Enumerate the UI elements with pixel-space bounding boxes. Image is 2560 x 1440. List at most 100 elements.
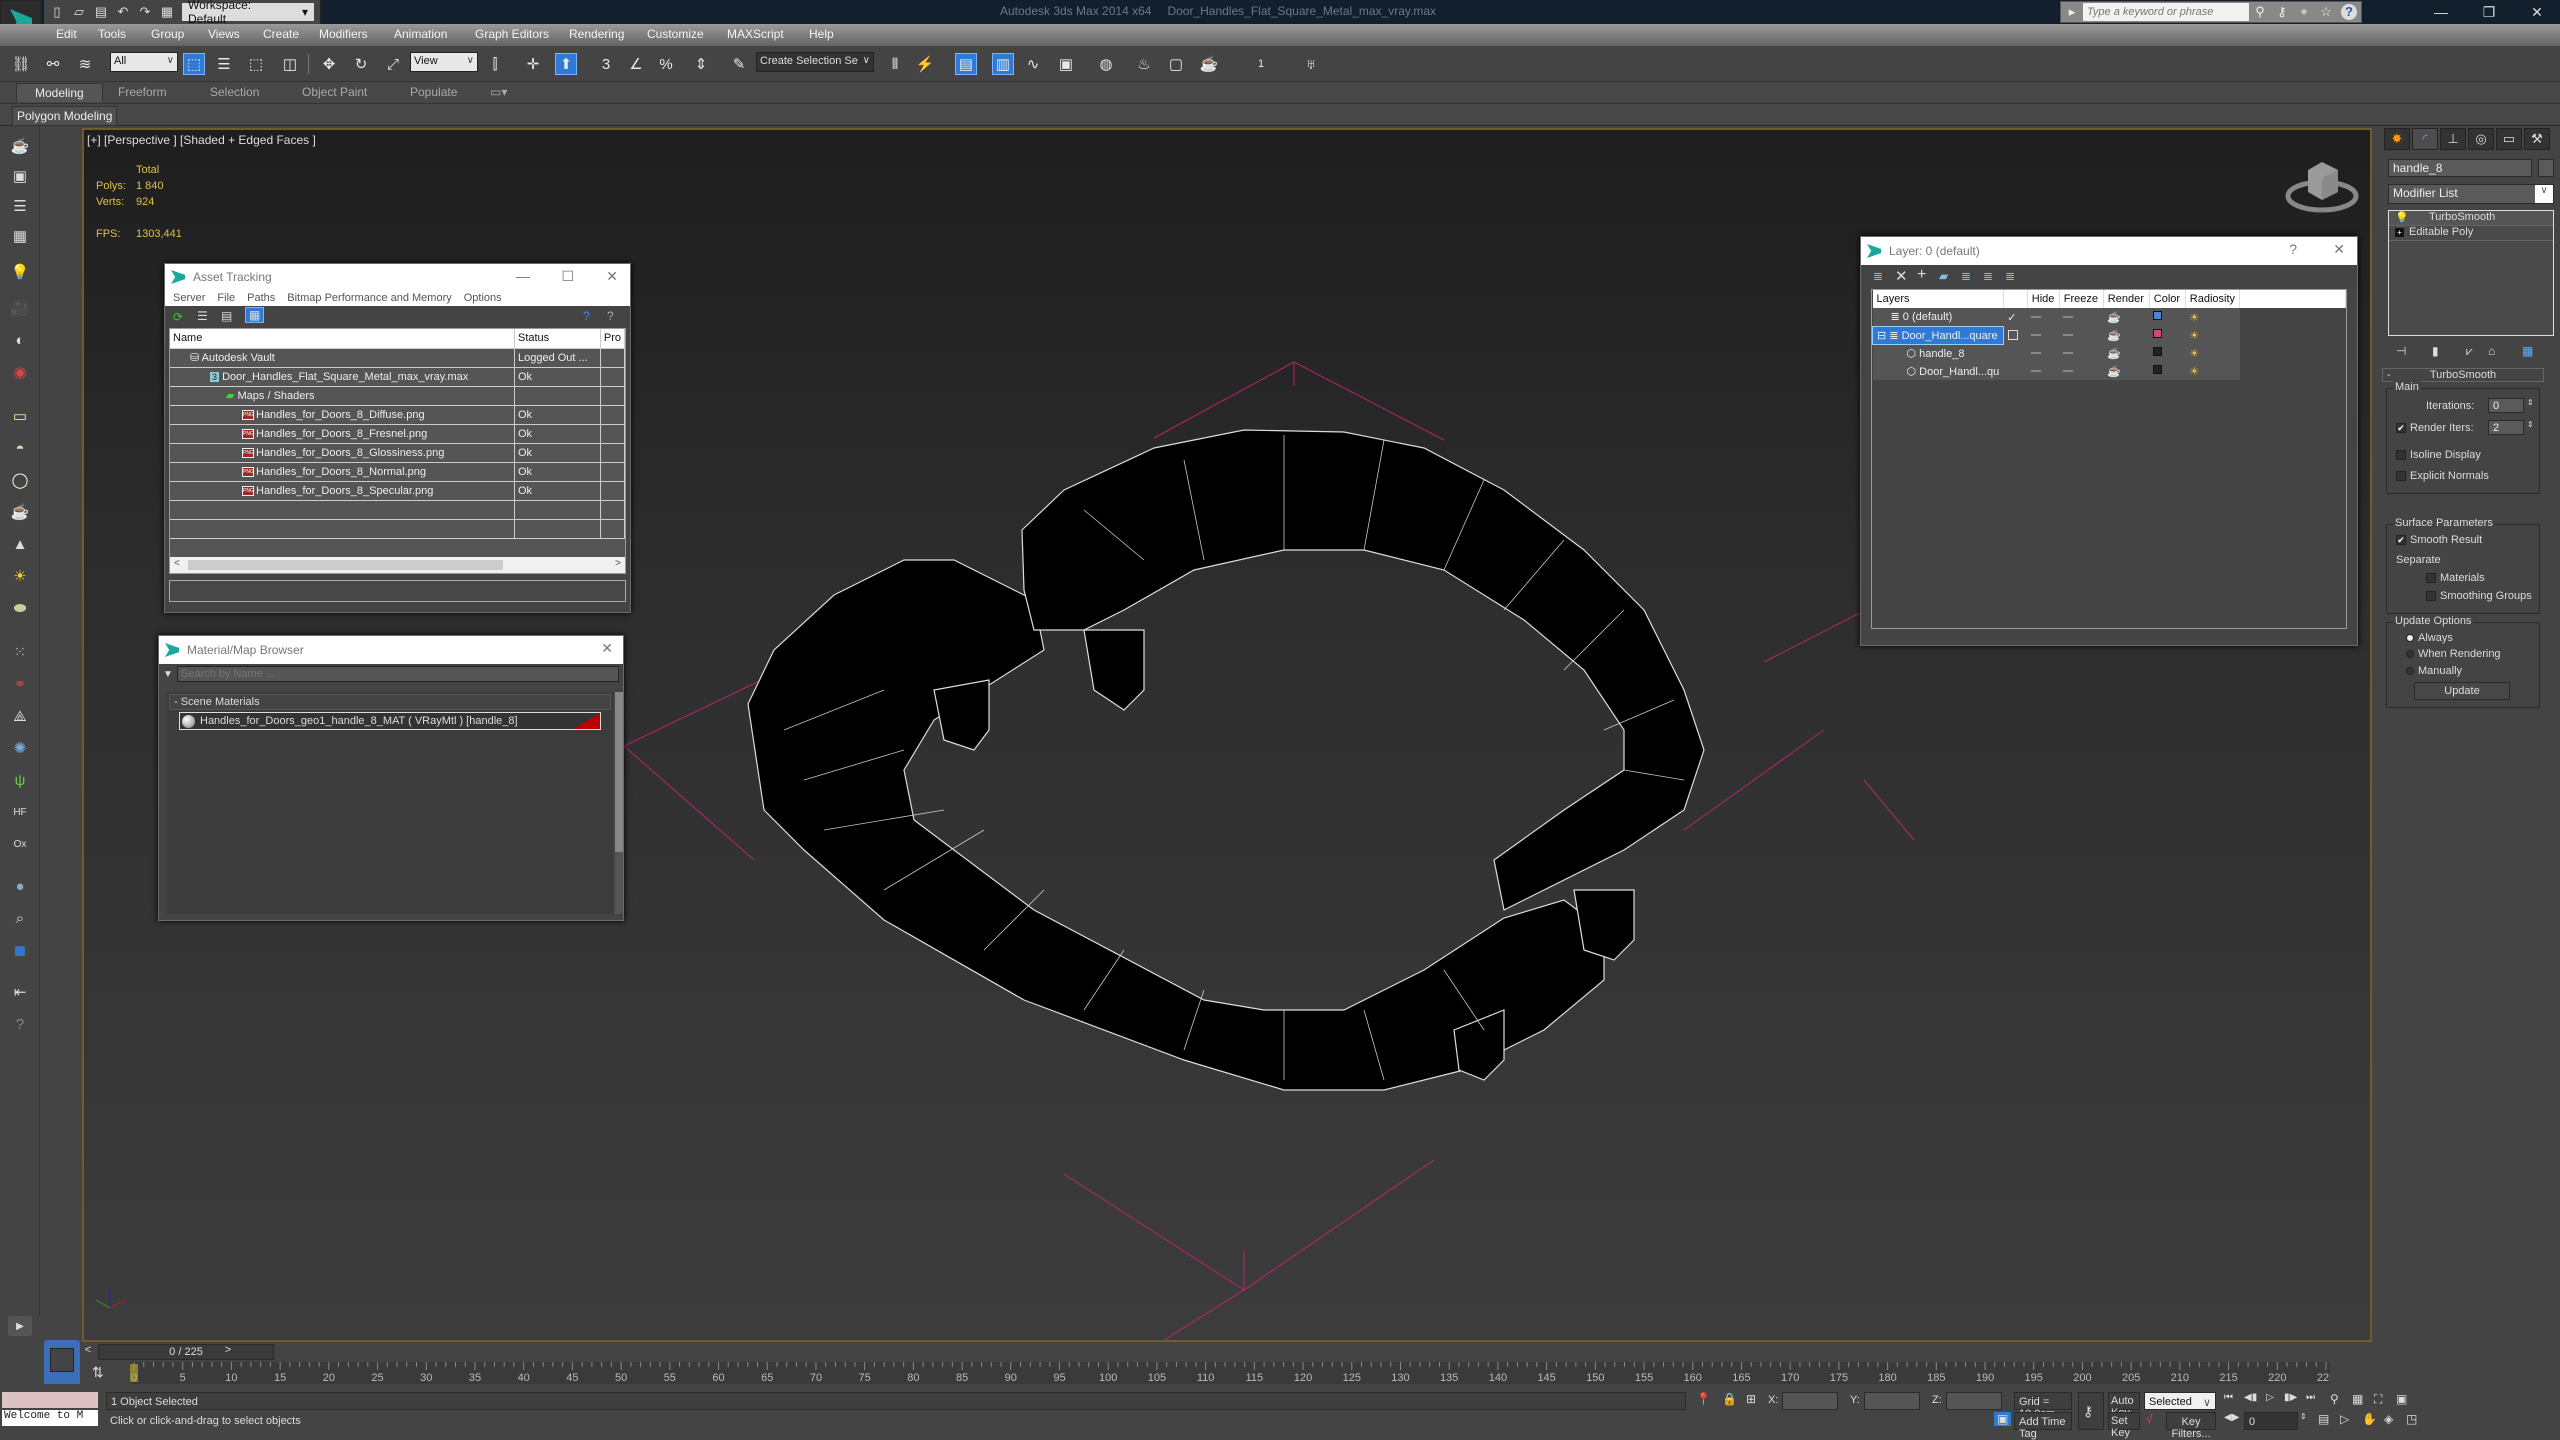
- dome-light-icon[interactable]: ◓: [8, 438, 32, 458]
- menu-paths[interactable]: Paths: [247, 292, 275, 304]
- menu-help[interactable]: Help: [809, 27, 834, 41]
- tab-object-paint[interactable]: Object Paint: [302, 85, 367, 99]
- physical-camera-icon[interactable]: ◐: [8, 330, 32, 350]
- table-row[interactable]: 3 Door_Handles_Flat_Square_Metal_max_vra…: [170, 367, 625, 387]
- scene-list-icon[interactable]: ☰: [8, 196, 32, 216]
- isolate-selection-icon[interactable]: 📍: [1696, 1392, 1711, 1406]
- bind-space-warp-icon[interactable]: ≋: [74, 53, 96, 75]
- align-icon[interactable]: ⚡: [914, 53, 936, 75]
- mirror-icon[interactable]: ⫴: [884, 53, 906, 75]
- hierarchy-tab-icon[interactable]: ⊥: [2440, 128, 2466, 150]
- render-production-icon[interactable]: ☕: [1198, 53, 1220, 75]
- viewcube[interactable]: [2284, 156, 2360, 216]
- vray-camera-icon[interactable]: ◉: [8, 362, 32, 382]
- table-row[interactable]: PNG Handles_for_Doors_8_Diffuse.png Ok: [170, 405, 625, 425]
- named-selection-dropdown[interactable]: Create Selection Se ∨: [756, 52, 874, 72]
- help-button[interactable]: ?: [2289, 241, 2297, 257]
- reference-coordinate-dropdown[interactable]: View ∨: [410, 52, 478, 72]
- ambient-light-icon[interactable]: ⬬: [8, 598, 32, 618]
- render-iters-spinner[interactable]: [2488, 420, 2524, 435]
- hair-farm-icon[interactable]: HF: [8, 802, 32, 822]
- next-frame-icon[interactable]: ▮▶: [2284, 1392, 2297, 1403]
- layer-color-swatch[interactable]: [2153, 329, 2163, 338]
- vray-icon[interactable]: ♅: [1300, 53, 1322, 75]
- menu-graph-editors[interactable]: Graph Editors: [475, 27, 549, 41]
- communication-center-icon[interactable]: ⌖: [2293, 2, 2315, 22]
- stack-item-editable-poly[interactable]: + Editable Poly: [2389, 226, 2553, 241]
- radiosity-icon[interactable]: ☀: [2185, 362, 2240, 380]
- menu-bitmap-performance[interactable]: Bitmap Performance and Memory: [287, 292, 451, 304]
- radiosity-icon[interactable]: ☀: [2185, 326, 2240, 344]
- track-bar-options-icon[interactable]: ⇅: [92, 1364, 104, 1381]
- radiosity-icon[interactable]: ☀: [2185, 344, 2240, 362]
- vertical-scrollbar[interactable]: [615, 692, 623, 914]
- menu-group[interactable]: Group: [151, 27, 184, 41]
- key-mode-dropdown[interactable]: Selected ∨: [2144, 1392, 2216, 1410]
- expand-icon[interactable]: +: [2395, 228, 2404, 237]
- highlight-layer-icon[interactable]: ≣: [1961, 269, 1971, 283]
- ies-light-icon[interactable]: ▲: [8, 534, 32, 554]
- sun-icon[interactable]: ☀: [8, 566, 32, 586]
- radiosity-icon[interactable]: ☀: [2185, 308, 2240, 326]
- modifier-list-dropdown[interactable]: Modifier List ∨: [2388, 184, 2554, 204]
- keyboard-shortcut-override-icon[interactable]: ⬆: [555, 53, 577, 75]
- column-name[interactable]: Name: [170, 329, 515, 349]
- new-file-icon[interactable]: ▯: [50, 5, 64, 19]
- mini-curve-editor-toggle[interactable]: [44, 1340, 80, 1386]
- scroll-left-icon[interactable]: <: [174, 558, 180, 569]
- explicit-normals-checkbox[interactable]: Explicit Normals: [2396, 470, 2489, 482]
- freeze-toggle[interactable]: [2063, 370, 2074, 373]
- layer-row[interactable]: ⬡ Door_Handl...qu ☕ ☀: [1872, 362, 2346, 380]
- asset-path-field[interactable]: [169, 580, 626, 602]
- object-color-swatch[interactable]: [2538, 159, 2554, 177]
- time-tag-icon[interactable]: ▣: [1994, 1412, 2012, 1426]
- zoom-region-icon[interactable]: ⌕: [8, 908, 32, 928]
- render-iters-checkbox[interactable]: ✔ Render Iters:: [2396, 422, 2474, 434]
- hide-all-layers-icon[interactable]: ≣: [1983, 269, 1993, 283]
- maxscript-mini-listener[interactable]: [2, 1392, 98, 1408]
- show-end-result-icon[interactable]: ▮: [2432, 344, 2439, 358]
- tab-modeling[interactable]: Modeling: [16, 83, 103, 102]
- remove-modifier-icon[interactable]: ⌂: [2488, 344, 2495, 358]
- ribbon-options-icon[interactable]: ▭▾: [490, 85, 507, 99]
- scene-materials-group[interactable]: - Scene Materials: [169, 694, 611, 710]
- tab-freeform[interactable]: Freeform: [118, 85, 167, 99]
- go-to-start-icon[interactable]: ⏮: [2224, 1392, 2233, 1403]
- layer-manager-icon[interactable]: ▥: [992, 53, 1014, 75]
- close-button[interactable]: ✕: [601, 640, 613, 657]
- create-tab-icon[interactable]: ✸: [2384, 128, 2410, 150]
- angle-snap-icon[interactable]: ∠: [625, 53, 647, 75]
- select-by-name-icon[interactable]: ☰: [213, 53, 235, 75]
- table-view-icon[interactable]: ▦: [245, 307, 265, 323]
- schematic-view-icon[interactable]: ▣: [1055, 53, 1077, 75]
- column-layers[interactable]: Layers: [1872, 290, 2004, 308]
- menu-options[interactable]: Options: [464, 292, 502, 304]
- current-layer-checkbox[interactable]: [2003, 326, 2028, 344]
- maximize-viewport-icon[interactable]: ◳: [2406, 1412, 2417, 1426]
- scrollbar-thumb[interactable]: [615, 692, 623, 852]
- hide-toggle[interactable]: [2031, 352, 2042, 355]
- modify-tab-icon[interactable]: ◜: [2412, 128, 2438, 150]
- table-row[interactable]: ▰ Maps / Shaders: [170, 386, 625, 406]
- time-configuration-icon[interactable]: ▤: [2318, 1412, 2329, 1426]
- utilities-tab-icon[interactable]: ⚒: [2524, 128, 2550, 150]
- pan-view-icon[interactable]: ✋: [2362, 1412, 2377, 1426]
- unlink-icon[interactable]: ⚯: [42, 53, 64, 75]
- track-bar[interactable]: 0510152025303540455055606570758085909510…: [130, 1362, 2330, 1384]
- spinner-snap-icon[interactable]: ⇕: [690, 53, 712, 75]
- hide-toggle[interactable]: [2031, 334, 2042, 337]
- column-radiosity[interactable]: Radiosity: [2185, 290, 2241, 308]
- render-window-icon[interactable]: ▣: [8, 166, 32, 186]
- smooth-result-checkbox[interactable]: ✔ Smooth Result: [2396, 534, 2482, 546]
- go-to-end-icon[interactable]: ⏭: [2306, 1392, 2315, 1403]
- minimize-button[interactable]: —: [2420, 0, 2462, 24]
- curve-editor-icon[interactable]: ∿: [1022, 53, 1044, 75]
- render-teapot-icon[interactable]: ☕: [2103, 308, 2150, 326]
- spinner-arrows-icon[interactable]: ⇕: [2527, 420, 2534, 429]
- make-unique-icon[interactable]: ⩗: [2466, 344, 2473, 359]
- layer-row[interactable]: ⊟ ≣ Door_Handl...quare ☕ ☀: [1872, 325, 2346, 345]
- when-rendering-radio[interactable]: When Rendering: [2406, 648, 2501, 660]
- motion-tab-icon[interactable]: ◎: [2468, 128, 2494, 150]
- maxscript-output[interactable]: Welcome to M: [2, 1410, 98, 1426]
- render-teapot-icon[interactable]: ☕: [2103, 326, 2150, 344]
